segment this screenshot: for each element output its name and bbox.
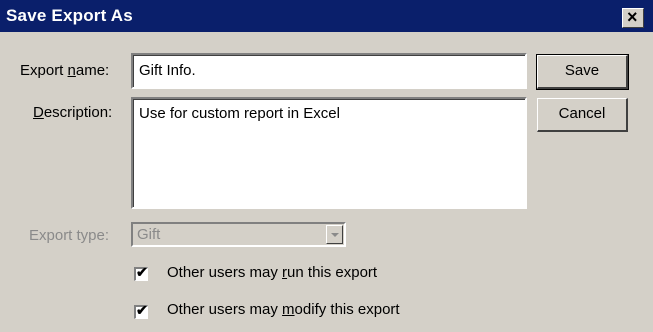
description-field[interactable]: Use for custom report in Excel xyxy=(131,97,527,209)
description-value: Use for custom report in Excel xyxy=(139,105,340,122)
description-label: Description: xyxy=(33,104,113,121)
run-export-label[interactable]: Other users may run this export xyxy=(167,264,377,281)
save-button[interactable]: Save xyxy=(536,54,629,90)
export-name-label: Export name: xyxy=(20,62,110,79)
close-button[interactable]: × xyxy=(622,7,644,28)
export-type-value: Gift xyxy=(137,226,161,243)
dialog-title: Save Export As xyxy=(6,6,133,25)
export-name-field[interactable]: Gift Info. xyxy=(131,53,527,89)
close-icon: × xyxy=(627,7,638,27)
modify-export-checkbox[interactable]: ✔ xyxy=(134,302,148,319)
export-name-value: Gift Info. xyxy=(139,62,196,79)
cancel-button[interactable]: Cancel xyxy=(537,98,628,132)
run-export-checkbox[interactable]: ✔ xyxy=(134,264,148,281)
checkmark-icon: ✔ xyxy=(136,264,148,280)
modify-export-label[interactable]: Other users may modify this export xyxy=(167,301,400,318)
export-type-dropdown: Gift xyxy=(131,222,346,247)
checkmark-icon: ✔ xyxy=(136,302,148,318)
export-type-label: Export type: xyxy=(29,227,110,244)
title-bar[interactable]: Save Export As × xyxy=(0,0,653,32)
chevron-down-icon xyxy=(326,225,343,244)
save-export-dialog: Save Export As × Export name: Gift Info.… xyxy=(0,0,653,332)
